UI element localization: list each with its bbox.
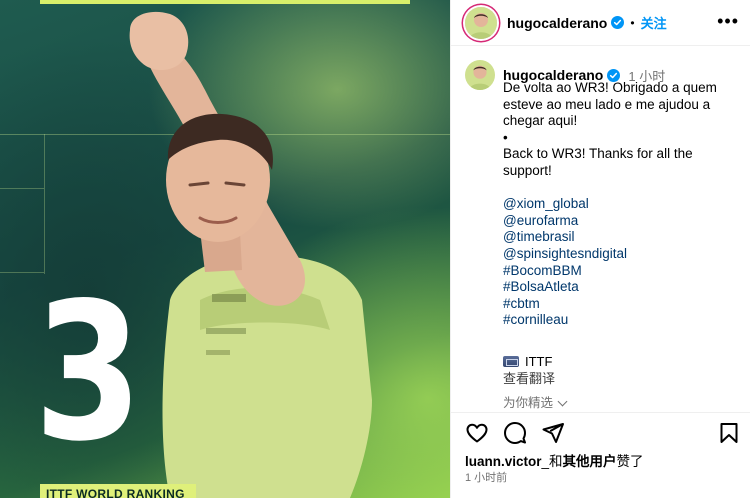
mention-link[interactable]: @xiom_global <box>503 196 739 213</box>
org-tag[interactable]: ITTF <box>503 354 739 371</box>
likes-suffix: 赞了 <box>616 454 644 469</box>
save-icon[interactable] <box>717 421 741 445</box>
avatar[interactable] <box>465 6 497 39</box>
mention-link[interactable]: @spinsightesndigital <box>503 246 739 263</box>
post-sidebar: hugocalderano • 关注 ••• hugocalderano 1 小… <box>450 0 750 498</box>
caption-text: De volta ao WR3! Obrigado a quem esteve … <box>503 80 739 388</box>
hashtag-link[interactable]: #BocomBBM <box>503 263 739 280</box>
likes-summary: luann.victor_和其他用户赞了 <box>465 450 644 470</box>
related-picks-button[interactable]: 为你精选 <box>503 392 568 411</box>
post-header: hugocalderano • 关注 ••• <box>451 0 750 46</box>
more-options-icon[interactable]: ••• <box>717 12 739 30</box>
caption-portuguese: De volta ao WR3! Obrigado a quem esteve … <box>503 80 717 129</box>
post-caption-area: hugocalderano 1 小时 De volta ao WR3! Obri… <box>451 46 750 412</box>
hashtag-link[interactable]: #cornilleau <box>503 312 739 329</box>
comment-icon[interactable] <box>503 421 527 445</box>
follow-button[interactable]: 关注 <box>641 13 667 32</box>
see-translation-button[interactable]: 查看翻译 <box>503 371 739 388</box>
mention-link[interactable]: @eurofarma <box>503 213 739 230</box>
hashtag-link[interactable]: #BolsaAtleta <box>503 279 739 296</box>
action-bar <box>451 412 750 450</box>
organization-icon <box>503 356 519 368</box>
related-label: 为你精选 <box>503 396 554 410</box>
caption-english: Back to WR3! Thanks for all the support! <box>503 146 693 178</box>
verified-badge-icon <box>611 16 625 29</box>
share-icon[interactable] <box>541 421 565 445</box>
avatar[interactable] <box>465 60 495 90</box>
ranking-number: 3 <box>34 262 142 483</box>
post-media[interactable]: 3 ITTF WORLD RANKING <box>0 0 450 498</box>
liker-username[interactable]: luann.victor <box>465 454 542 469</box>
chevron-down-icon <box>557 396 568 407</box>
heart-icon[interactable] <box>465 421 489 445</box>
likes-connector: _和 <box>541 454 563 469</box>
other-likers-link[interactable]: 其他用户 <box>563 454 617 469</box>
mention-link[interactable]: @timebrasil <box>503 229 739 246</box>
post-timestamp: 1 小时前 <box>465 472 508 484</box>
ranking-banner: ITTF WORLD RANKING <box>40 484 196 498</box>
org-label: ITTF <box>525 353 553 369</box>
caption-separator: • <box>503 129 508 145</box>
header-username[interactable]: hugocalderano <box>507 15 607 31</box>
hashtag-link[interactable]: #cbtm <box>503 296 739 313</box>
header-separator: • <box>630 15 635 30</box>
